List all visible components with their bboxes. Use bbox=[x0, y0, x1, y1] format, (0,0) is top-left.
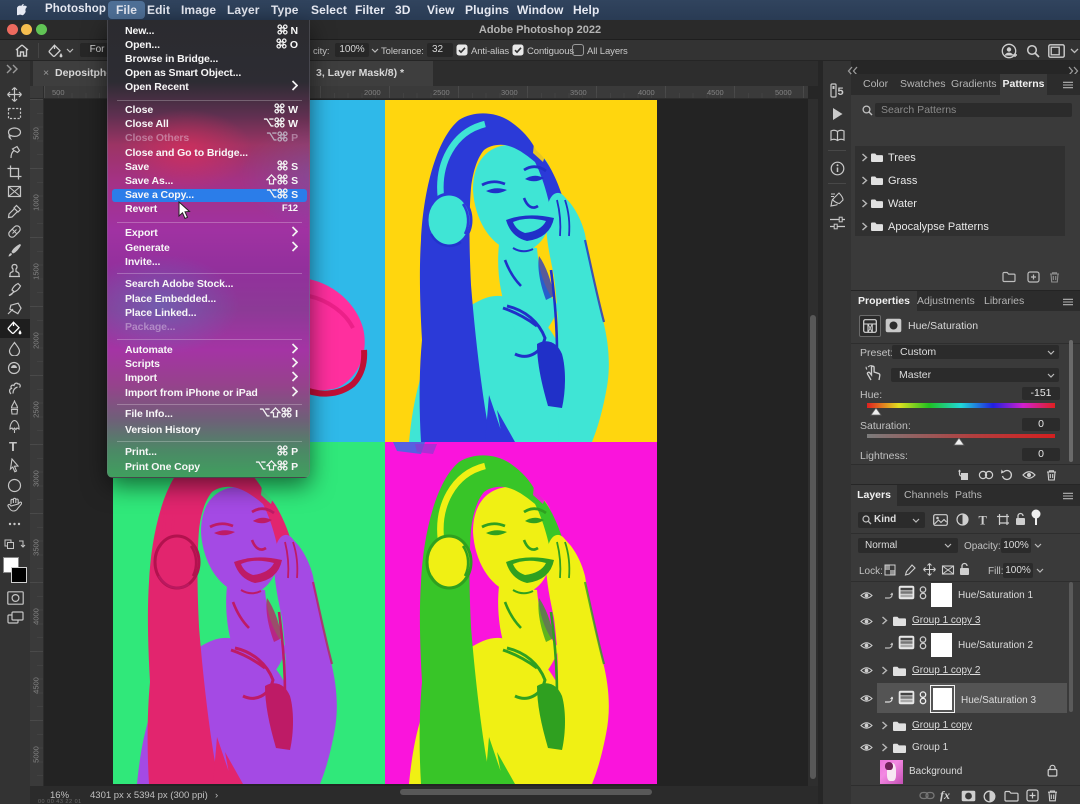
svg-text:T: T bbox=[979, 514, 988, 527]
svg-text:T: T bbox=[9, 439, 17, 454]
svg-text:5: 5 bbox=[838, 86, 844, 98]
